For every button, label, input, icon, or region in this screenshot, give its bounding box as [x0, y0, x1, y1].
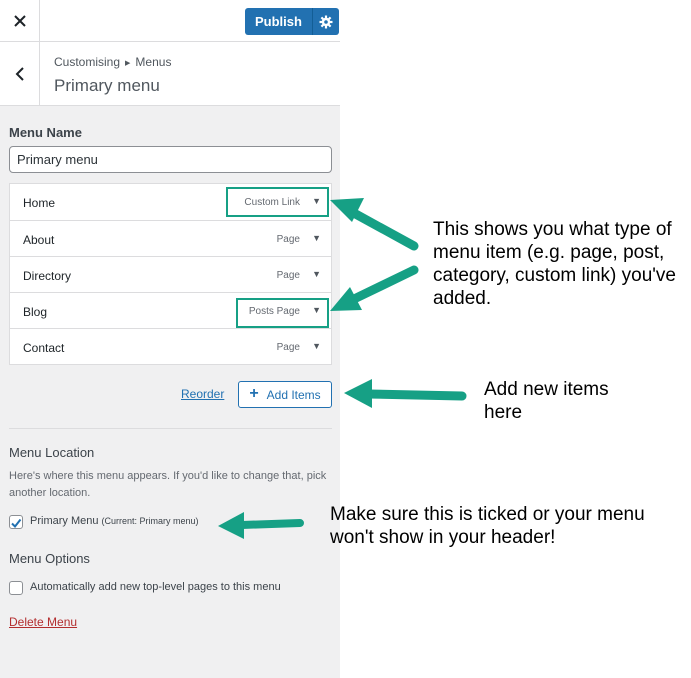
arrow-to-blog-type	[330, 265, 419, 311]
arrow-to-add-items	[344, 379, 467, 408]
annotation-add-items: Add new items here	[484, 379, 609, 423]
annotation-item-type: This shows you what type of menu item (e…	[433, 219, 676, 309]
annotation-tick-location: Make sure this is ticked or your menu wo…	[330, 504, 645, 548]
annotation-arrows	[218, 198, 467, 539]
arrow-to-home-type	[330, 198, 419, 251]
arrow-to-primary-checkbox	[218, 512, 304, 539]
